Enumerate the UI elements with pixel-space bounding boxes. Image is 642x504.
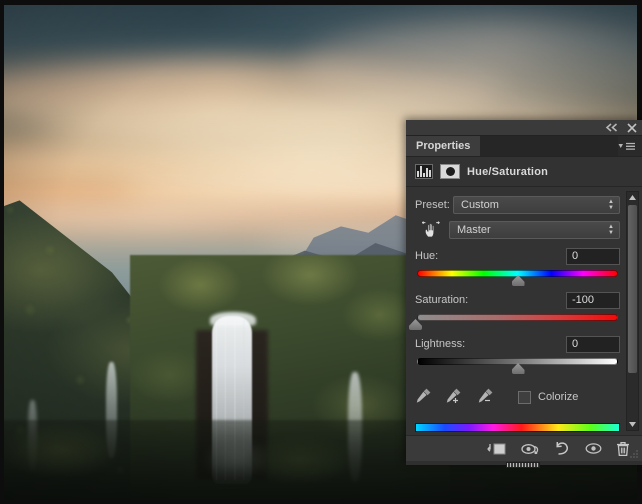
panel-drag-handle-icon[interactable] <box>506 462 540 468</box>
panel-body: Preset: Custom ▲ ▼ Master <box>406 187 642 435</box>
scroll-up-arrow-icon[interactable] <box>629 192 636 203</box>
preset-label: Preset: <box>415 199 453 211</box>
stepper-up-arrow-icon[interactable]: ▲ <box>608 225 614 230</box>
clip-to-layer-icon[interactable] <box>487 442 507 456</box>
view-previous-state-icon[interactable] <box>521 442 540 456</box>
scrollbar-thumb[interactable] <box>628 205 637 373</box>
panel-menu-icon[interactable] <box>618 136 642 156</box>
panel-header: Hue/Saturation <box>406 157 642 187</box>
preset-row: Preset: Custom ▲ ▼ <box>415 195 620 215</box>
window-frame-top <box>0 0 642 5</box>
window-frame-bottom <box>0 500 642 504</box>
saturation-slider-group: Saturation: -100 <box>415 291 620 329</box>
channel-value: Master <box>457 224 491 236</box>
tabstrip-filler <box>481 136 618 156</box>
channel-stepper[interactable]: ▲ ▼ <box>608 225 616 236</box>
lightness-input[interactable]: 0 <box>566 336 620 353</box>
preset-value: Custom <box>461 199 499 211</box>
page-title: Hue/Saturation <box>467 166 548 178</box>
hue-label: Hue: <box>415 250 438 262</box>
panel-footer <box>406 435 642 461</box>
preset-stepper[interactable]: ▲ ▼ <box>608 200 616 211</box>
channel-row: Master ▲ ▼ <box>415 219 620 241</box>
saturation-slider-track[interactable] <box>417 314 618 321</box>
panel-titlebar[interactable] <box>406 120 642 136</box>
saturation-slider[interactable] <box>415 313 620 329</box>
preset-select[interactable]: Custom ▲ ▼ <box>453 196 620 214</box>
panel-tabstrip[interactable]: Properties <box>406 136 642 157</box>
collapse-double-arrow-icon[interactable] <box>605 123 618 132</box>
window-frame-left <box>0 0 4 504</box>
stepper-down-arrow-icon[interactable]: ▼ <box>608 231 614 236</box>
scrollbar-track[interactable] <box>627 203 638 419</box>
colorize-checkbox[interactable] <box>518 391 531 404</box>
toggle-layer-visibility-icon[interactable] <box>585 442 602 455</box>
lightness-label: Lightness: <box>415 338 465 350</box>
scroll-down-arrow-icon[interactable] <box>629 419 636 430</box>
eyedropper-icon[interactable] <box>415 387 432 407</box>
lightness-slider-group: Lightness: 0 <box>415 335 620 373</box>
saturation-input[interactable]: -100 <box>566 292 620 309</box>
tab-properties[interactable]: Properties <box>406 136 481 156</box>
colorize-checkbox-group[interactable]: Colorize <box>518 391 578 404</box>
hue-slider[interactable] <box>415 269 620 285</box>
hue-slider-group: Hue: 0 <box>415 247 620 285</box>
eyedropper-group <box>415 387 496 407</box>
hue-saturation-adjustment-icon[interactable] <box>415 164 433 179</box>
eyedropper-add-icon[interactable] <box>445 387 464 407</box>
channel-select[interactable]: Master ▲ ▼ <box>449 221 620 239</box>
resize-grip-icon[interactable] <box>629 449 640 460</box>
panel-scrollbar[interactable] <box>626 191 639 431</box>
layer-mask-icon[interactable] <box>440 164 460 179</box>
delete-adjustment-layer-icon[interactable] <box>616 441 630 457</box>
saturation-label: Saturation: <box>415 294 468 306</box>
stepper-down-arrow-icon[interactable]: ▼ <box>608 206 614 211</box>
hue-input[interactable]: 0 <box>566 248 620 265</box>
scrubby-hand-cursor-icon <box>415 221 449 239</box>
tools-row: Colorize <box>415 387 620 407</box>
close-icon[interactable] <box>627 123 637 133</box>
stepper-up-arrow-icon[interactable]: ▲ <box>608 200 614 205</box>
properties-panel[interactable]: Properties Hue/Saturation <box>406 120 642 465</box>
reset-adjustment-icon[interactable] <box>554 441 571 456</box>
tab-properties-label: Properties <box>416 140 470 152</box>
color-spectrum-ramp[interactable] <box>415 423 620 432</box>
eyedropper-subtract-icon[interactable] <box>477 387 496 407</box>
lightness-slider[interactable] <box>415 357 620 373</box>
colorize-label: Colorize <box>538 391 578 403</box>
